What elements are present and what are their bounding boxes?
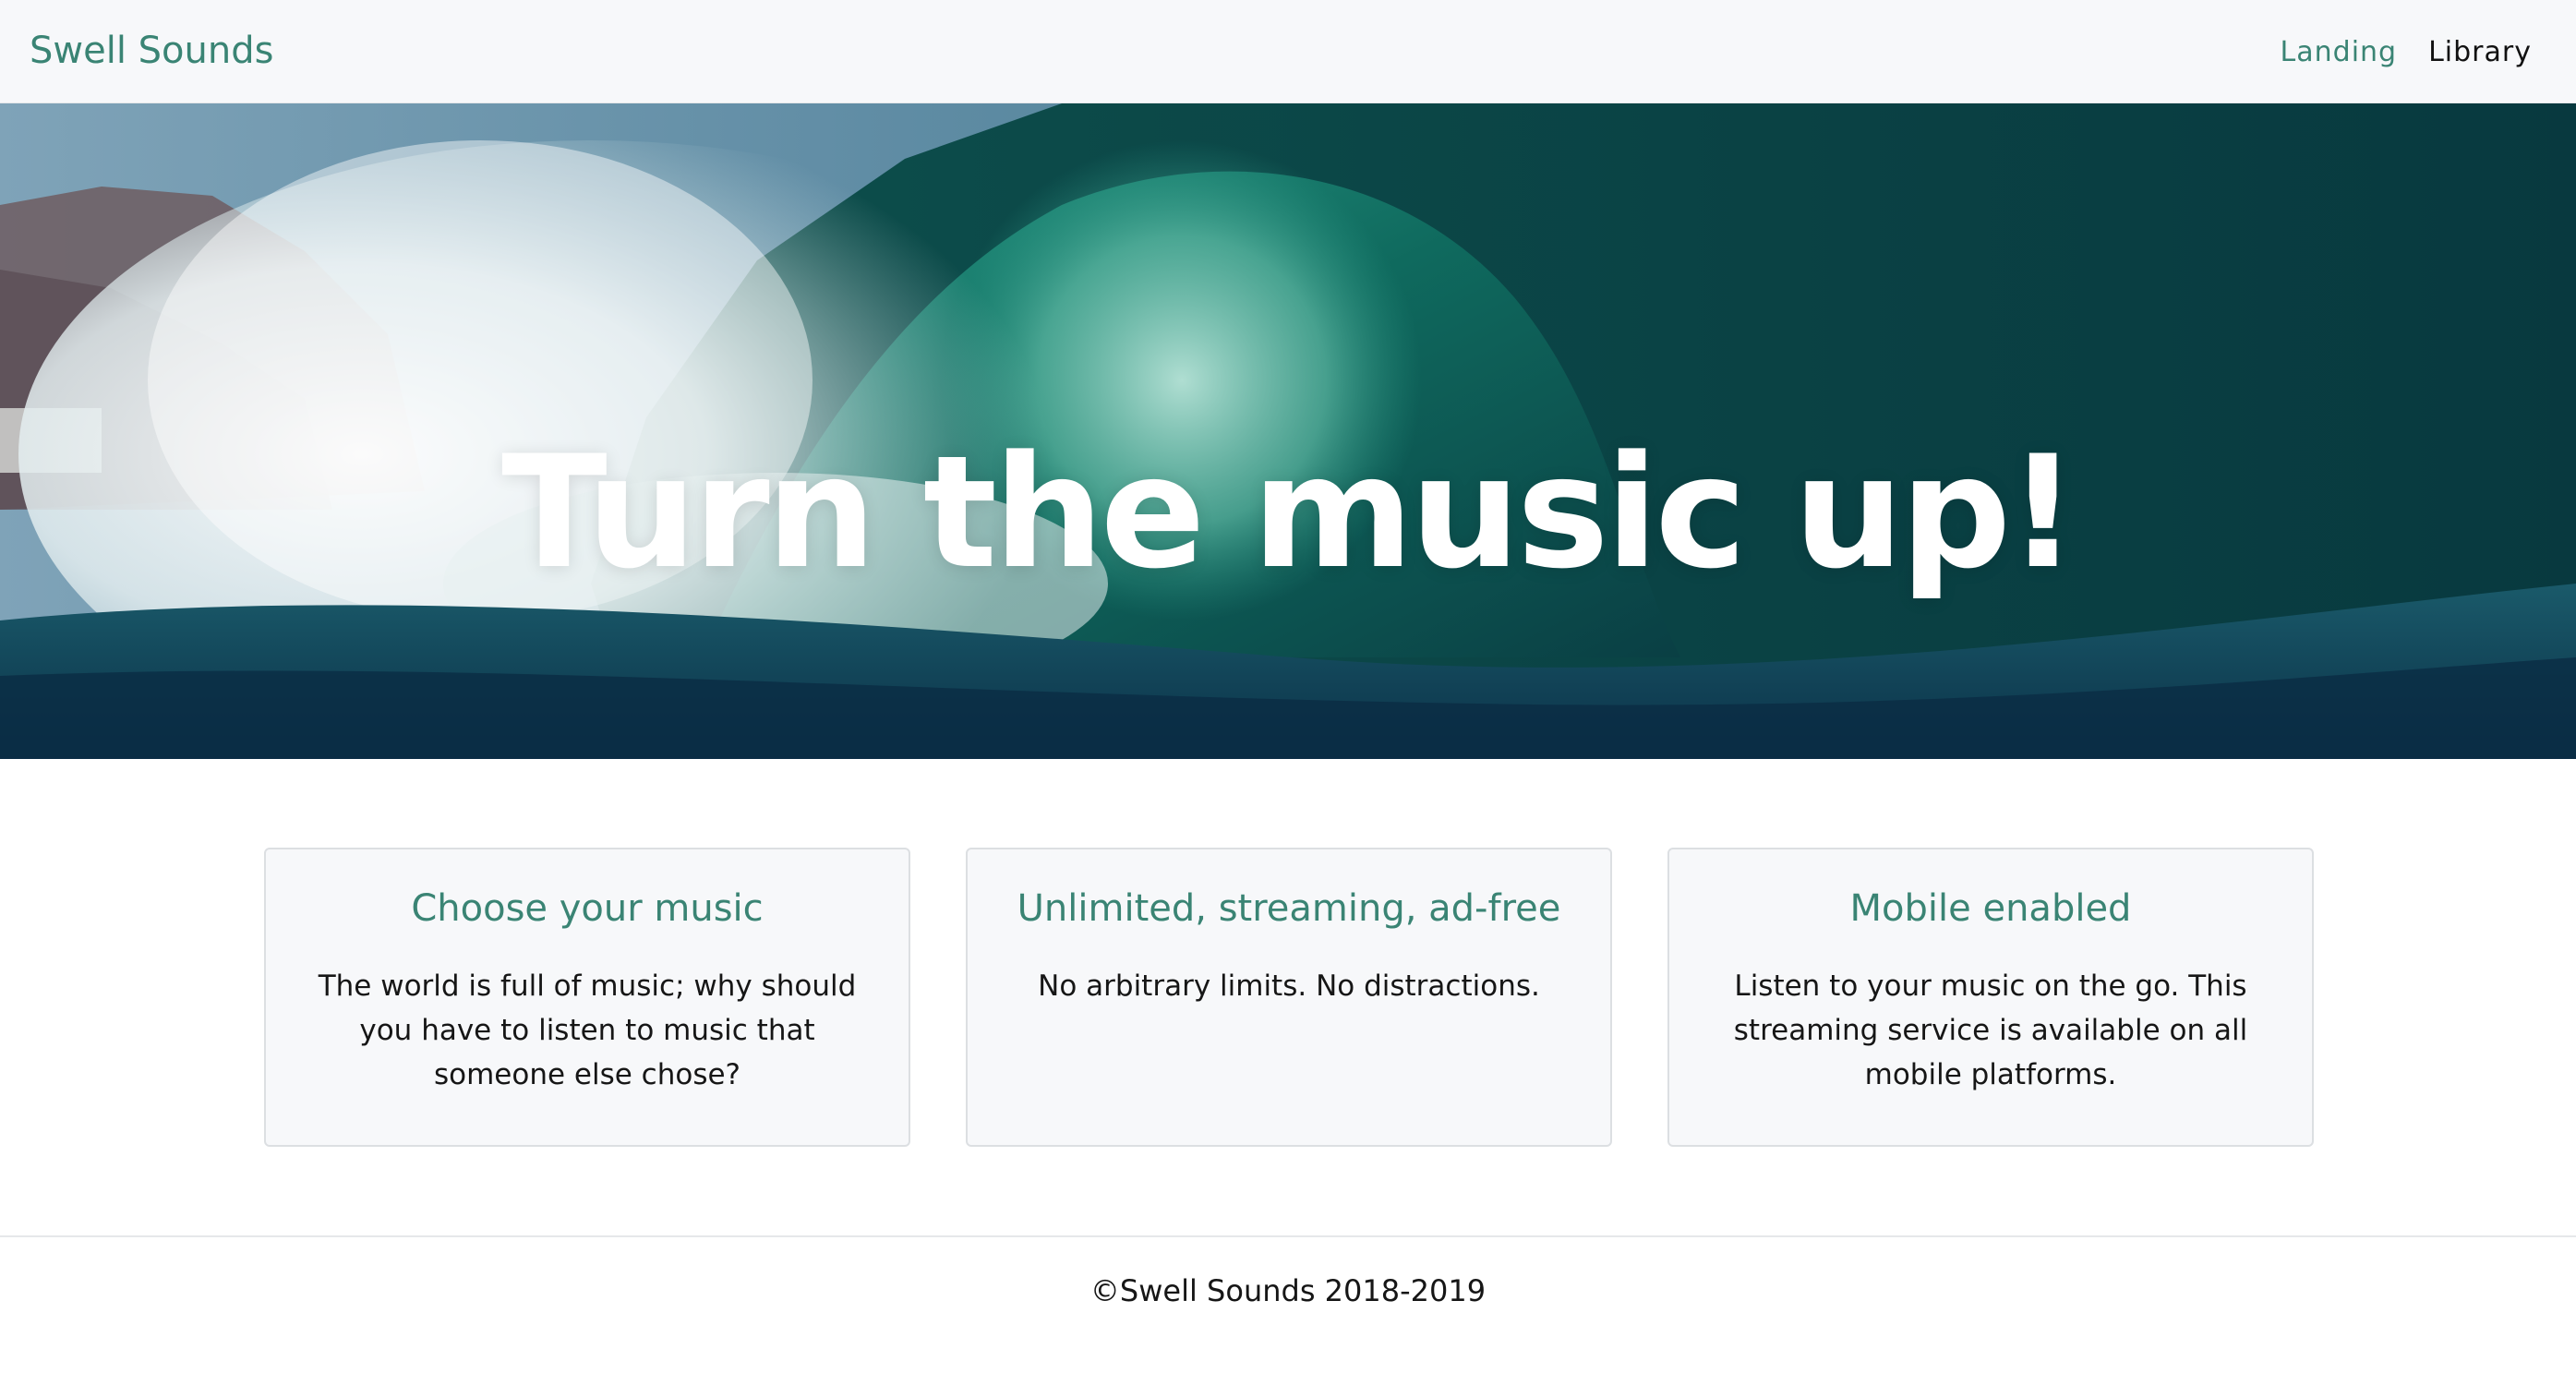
- feature-card-text: The world is full of music; why should y…: [318, 970, 857, 1091]
- hero-section: Turn the music up!: [0, 103, 2576, 759]
- feature-card-unlimited-streaming: Unlimited, streaming, ad-free No arbitra…: [966, 848, 1612, 1147]
- feature-card-text: No arbitrary limits. No distractions.: [1038, 970, 1540, 1003]
- feature-card-mobile-enabled: Mobile enabled Listen to your music on t…: [1667, 848, 2314, 1147]
- feature-card-title: Mobile enabled: [1849, 887, 2132, 930]
- nav-links: Landing Library: [2281, 30, 2532, 74]
- nav-link-landing[interactable]: Landing: [2281, 36, 2398, 68]
- footer-copyright: ©Swell Sounds 2018-2019: [1089, 1273, 1487, 1308]
- feature-card-choose-music: Choose your music The world is full of m…: [264, 848, 910, 1147]
- feature-card-title: Choose your music: [411, 887, 764, 930]
- footer-divider: [0, 1235, 2576, 1237]
- feature-card-title: Unlimited, streaming, ad-free: [1017, 887, 1561, 930]
- hero-title: Turn the music up!: [501, 421, 2078, 603]
- brand-logo-link[interactable]: Swell Sounds: [30, 24, 273, 78]
- nav-link-library[interactable]: Library: [2428, 36, 2532, 68]
- navbar: Swell Sounds Landing Library: [0, 0, 2576, 103]
- feature-card-text: Listen to your music on the go. This str…: [1733, 970, 2248, 1091]
- features-section: Choose your music The world is full of m…: [264, 848, 2314, 1147]
